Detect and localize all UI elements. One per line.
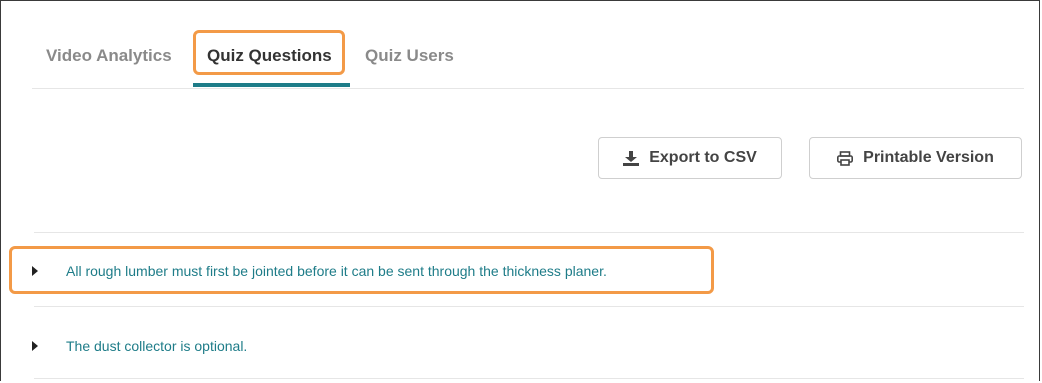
printer-icon [837,150,854,166]
divider [34,378,1024,379]
printable-version-label: Printable Version [863,149,994,166]
tab-video-analytics[interactable]: Video Analytics [46,46,172,66]
download-icon [623,150,640,166]
export-csv-button[interactable]: Export to CSV [598,137,782,179]
question-row[interactable]: The dust collector is optional. [30,333,1024,359]
printable-version-button[interactable]: Printable Version [809,137,1022,179]
export-csv-label: Export to CSV [649,149,757,166]
tab-quiz-questions[interactable]: Quiz Questions [207,46,332,66]
divider [34,306,1024,307]
caret-right-icon[interactable] [32,266,38,276]
tab-quiz-users[interactable]: Quiz Users [365,46,454,66]
caret-right-icon[interactable] [32,341,38,351]
question-text[interactable]: The dust collector is optional. [66,338,247,354]
question-row[interactable]: All rough lumber must first be jointed b… [30,258,1024,284]
divider [34,232,1024,233]
active-tab-indicator [193,83,350,87]
question-text[interactable]: All rough lumber must first be jointed b… [66,263,607,279]
tab-bar: Video Analytics Quiz Questions Quiz User… [32,26,1024,89]
